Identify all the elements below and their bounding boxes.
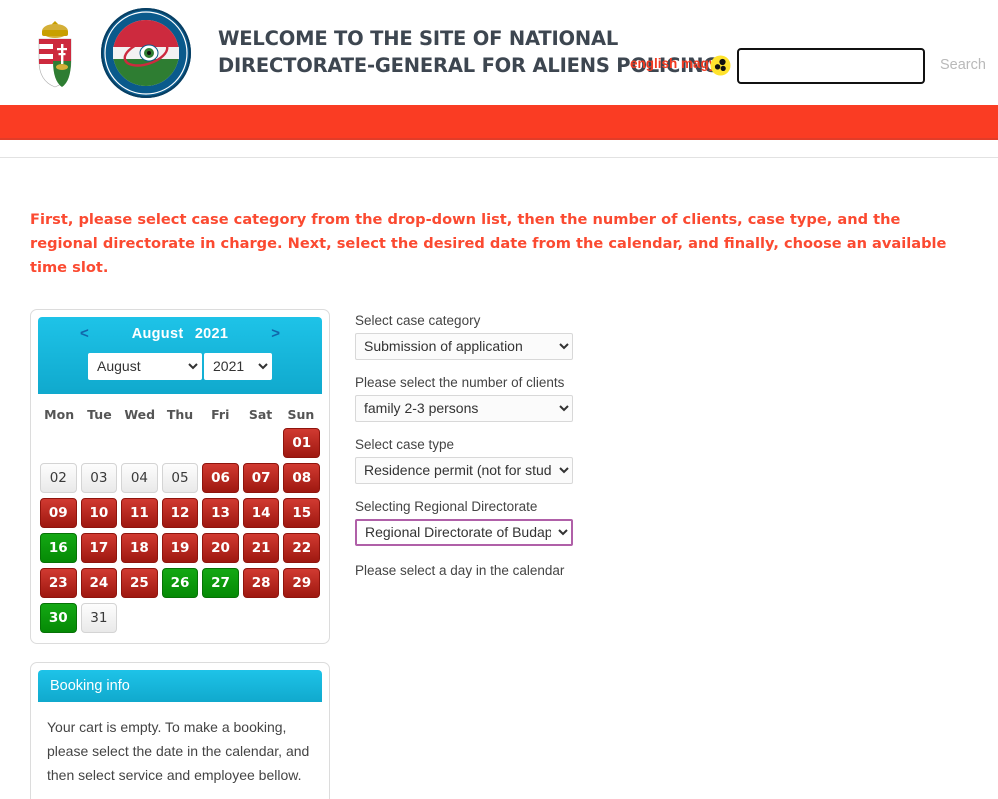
calendar-day-02: 02 — [40, 462, 77, 493]
calendar-day-04: 04 — [121, 462, 158, 493]
calendar-day-09[interactable]: 09 — [40, 497, 77, 528]
calendar-day-11[interactable]: 11 — [121, 497, 158, 528]
case-type-label: Select case type — [355, 436, 455, 452]
search-label: Search — [940, 57, 986, 73]
prev-month-icon[interactable]: < — [80, 325, 89, 342]
weekday-tue: Tue — [87, 406, 112, 422]
calendar-day-01[interactable]: 01 — [283, 427, 320, 458]
calendar-day-19[interactable]: 19 — [161, 532, 199, 563]
intro-instructions: First, please select case category from … — [30, 211, 947, 277]
calendar-day-20[interactable]: 20 — [202, 532, 239, 563]
calendar-day-24[interactable]: 24 — [80, 567, 118, 598]
case-type-select[interactable]: Residence permit (not for students) — [355, 456, 573, 484]
number-of-clients-select[interactable]: family 2-3 persons — [355, 394, 573, 422]
booking-info-panel: Booking info Your cart is empty. To make… — [30, 661, 330, 799]
calendar-selectors: JanuaryFebruaryMarchAprilMayJuneJulyAugu… — [48, 352, 312, 380]
number-of-clients-label: Please select the number of clients — [355, 374, 565, 390]
calendar-title: August 2021 — [132, 326, 229, 342]
page-body: First, please select case category from … — [0, 208, 998, 799]
calendar-year-title: 2021 — [194, 325, 229, 342]
calendar-day-12[interactable]: 12 — [161, 497, 199, 528]
main-nav-bar — [0, 105, 998, 140]
calendar-day-03: 03 — [80, 462, 118, 493]
weekday-sat: Sat — [248, 406, 273, 422]
calendar-day-22[interactable]: 22 — [283, 532, 320, 563]
booking-info-title: Booking info — [38, 669, 322, 702]
calendar-day-blank — [243, 428, 280, 458]
case-category-label: Select case category — [355, 312, 481, 328]
calendar-day-28[interactable]: 28 — [242, 567, 280, 598]
weekday-wed: Wed — [124, 406, 156, 422]
case-category-select[interactable]: Submission of application — [355, 332, 573, 360]
welcome-heading: WELCOME TO THE SITE OF NATIONAL DIRECTOR… — [218, 26, 719, 80]
site-header: WELCOME TO THE SITE OF NATIONAL DIRECTOR… — [0, 0, 998, 105]
calendar-day-blank — [162, 428, 199, 458]
calendar-day-blank — [81, 428, 118, 458]
calendar-day-10[interactable]: 10 — [80, 497, 118, 528]
calendar-day-27[interactable]: 27 — [202, 567, 239, 598]
month-select[interactable]: JanuaryFebruaryMarchAprilMayJuneJulyAugu… — [88, 352, 202, 380]
calendar-day-14[interactable]: 14 — [242, 497, 280, 528]
hungary-coat-of-arms-icon — [38, 20, 72, 87]
calendar-day-18[interactable]: 18 — [121, 532, 158, 563]
left-column: < August 2021 > JanuaryFebruaryMarchApri… — [30, 308, 330, 799]
search-input[interactable] — [737, 48, 925, 84]
calendar-day-blank — [202, 428, 239, 458]
calendar-header: < August 2021 > JanuaryFebruaryMarchApri… — [38, 316, 322, 394]
nav-underline — [0, 140, 998, 158]
calendar-day-15[interactable]: 15 — [283, 497, 320, 528]
calendar-day-31: 31 — [80, 602, 118, 633]
national-directorate-seal-icon — [101, 7, 191, 98]
calendar-day-25[interactable]: 25 — [121, 567, 158, 598]
lang-english-link[interactable]: english — [630, 56, 677, 71]
year-select[interactable]: 202020212022 — [204, 352, 272, 380]
calendar-day-17[interactable]: 17 — [80, 532, 118, 563]
content-panels: < August 2021 > JanuaryFebruaryMarchApri… — [30, 308, 968, 799]
calendar-day-16[interactable]: 16 — [40, 532, 77, 563]
booking-form: Select case category Submission of appli… — [355, 309, 573, 578]
calendar-day-30[interactable]: 30 — [40, 602, 77, 633]
next-month-icon[interactable]: > — [271, 325, 280, 342]
booking-info-text: Your cart is empty. To make a booking, p… — [47, 718, 310, 784]
weekday-mon: Mon — [44, 406, 75, 422]
calendar-day-07[interactable]: 07 — [242, 462, 280, 493]
calendar-day-grid: 01 02 03 04 05 06 07 08 09 10 11 12 13 14 15 16 17 18 19 20… — [40, 427, 320, 633]
calendar-day-23[interactable]: 23 — [40, 567, 77, 598]
calendar-month-title: August — [131, 325, 184, 342]
weekday-sun: Sun — [287, 406, 315, 422]
regional-directorate-label: Selecting Regional Directorate — [355, 498, 538, 514]
weekday-header-row: Mon Tue Wed Thu Fri Sat Sun — [39, 407, 321, 422]
calendar-day-05: 05 — [161, 462, 199, 493]
calendar-day-08[interactable]: 08 — [283, 462, 320, 493]
calendar-day-29[interactable]: 29 — [283, 567, 320, 598]
calendar-day-21[interactable]: 21 — [242, 532, 280, 563]
select-day-hint: Please select a day in the calendar — [355, 562, 565, 578]
calendar-day-06[interactable]: 06 — [202, 462, 239, 493]
weekday-thu: Thu — [166, 406, 194, 422]
calendar-day-13[interactable]: 13 — [202, 497, 239, 528]
broken-flag-icon[interactable] — [710, 55, 731, 76]
regional-directorate-select[interactable]: Regional Directorate of Budapest — [355, 518, 573, 546]
welcome-line-1: WELCOME TO THE SITE OF NATIONAL — [218, 26, 619, 50]
calendar-title-row: < August 2021 > — [48, 324, 312, 344]
calendar-day-blank — [121, 428, 158, 458]
weekday-fri: Fri — [211, 406, 230, 422]
calendar-day-26[interactable]: 26 — [161, 567, 199, 598]
calendar-widget: < August 2021 > JanuaryFebruaryMarchApri… — [30, 308, 330, 644]
calendar-day-blank — [40, 428, 77, 458]
